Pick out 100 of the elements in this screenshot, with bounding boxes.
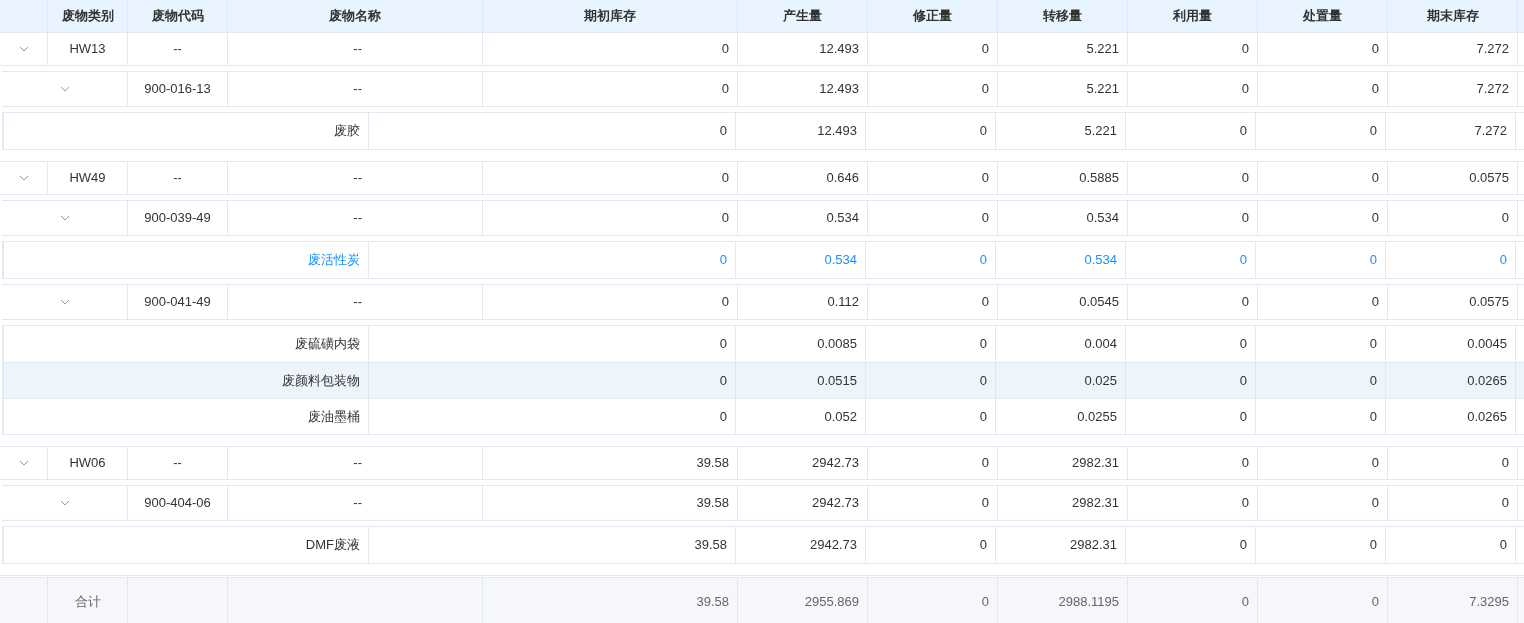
column-header: 处置量 [1258,0,1388,32]
table-cell: 0 [1126,242,1256,278]
table-cell: -- [228,162,483,194]
table-cell: -- [128,162,228,194]
table-cell: 0 [866,399,996,434]
column-header: 废物代码 [128,0,228,32]
table-cell: 0 [1386,527,1516,563]
table-cell: 0.0255 [996,399,1126,434]
table-cell: 0.0575 [1388,162,1518,194]
chevron-icon[interactable] [59,215,70,221]
table-cell: 0.0545 [998,285,1128,319]
table-cell: 0 [1258,33,1388,65]
chevron-icon[interactable] [59,500,70,506]
table-cell: 0 [1258,447,1388,479]
table-cell: 900-041-49 [128,285,228,319]
table-cell: 0 [483,33,738,65]
column-header: 废物名称 [228,0,483,32]
table-cell: 39.58 [369,527,736,563]
column-header: 修正量 [868,0,998,32]
table-cell: 0 [868,447,998,479]
table-cell: 0 [1128,285,1258,319]
table-cell: 0 [1256,113,1386,149]
table-cell: 0 [1128,578,1258,623]
table-cell: 0 [868,486,998,520]
table-cell: 2942.73 [736,527,866,563]
table-cell: 0 [1388,486,1518,520]
table-cell: 900-404-06 [128,486,228,520]
table-cell: 0 [1126,113,1256,149]
table-cell: 900-039-49 [128,201,228,235]
table-cell: 0 [1388,447,1518,479]
table-cell: 0 [868,285,998,319]
table-row[interactable]: 废颜料包装物 0 0.0515 0 0.025 0 0 0.0265 [4,362,1524,398]
table-cell: 0 [369,113,736,149]
table-cell: 0 [1256,399,1386,434]
table-cell: -- [228,447,483,479]
table-cell: 0 [866,113,996,149]
table-cell: 2942.73 [738,486,868,520]
table-cell: 0 [483,285,738,319]
table-cell: 2982.31 [998,486,1128,520]
table-cell: 0.112 [738,285,868,319]
table-row[interactable]: 废油墨桶 0 0.052 0 0.0255 0 0 0.0265 [4,398,1524,434]
table-cell: 2982.31 [998,447,1128,479]
column-header: 期初库存 [483,0,738,32]
table-cell: 0 [1126,527,1256,563]
table-cell: 7.272 [1388,33,1518,65]
table-cell: 0 [369,399,736,434]
table-cell: 0 [1258,162,1388,194]
table-cell: 0.534 [736,242,866,278]
table-cell: 0 [483,162,738,194]
table-cell: 39.58 [483,578,738,623]
chevron-icon[interactable] [59,299,70,305]
table-cell: 0.534 [998,201,1128,235]
table-cell: 39.58 [483,486,738,520]
table-cell: 5.221 [996,113,1126,149]
table-cell: 0 [1258,486,1388,520]
table-cell: 0.052 [736,399,866,434]
table-cell: 0 [1256,242,1386,278]
table-cell: 0.0265 [1386,399,1516,434]
table-cell: -- [128,447,228,479]
table-cell: 2988.1195 [998,578,1128,623]
table-cell: 0 [1258,72,1388,106]
table-cell: 5.221 [998,33,1128,65]
table-cell: -- [228,486,483,520]
table-cell: 0.0575 [1388,285,1518,319]
table-cell: 0 [866,242,996,278]
table-cell: 0.646 [738,162,868,194]
total-label: 合计 [48,578,128,623]
chevron-icon[interactable] [18,46,29,52]
table-cell: 0.534 [996,242,1126,278]
table-cell: HW06 [48,447,128,479]
table-cell: 0 [1128,447,1258,479]
table-cell: 0 [1128,486,1258,520]
table-cell: 0 [868,578,998,623]
table-cell: 2982.31 [996,527,1126,563]
table-cell: 0 [483,201,738,235]
chevron-icon[interactable] [18,460,29,466]
chevron-icon[interactable] [18,175,29,181]
table-cell: 0 [866,527,996,563]
table-cell: 12.493 [736,113,866,149]
table-cell: 12.493 [738,72,868,106]
table-cell: 废活性炭 [4,242,369,278]
table-cell: 0 [1386,242,1516,278]
table-cell: 0 [1388,201,1518,235]
table-cell: 废油墨桶 [4,399,369,434]
table-cell: DMF废液 [4,527,369,563]
table-cell: 0.5885 [998,162,1128,194]
table-cell: 废胶 [4,113,369,149]
table-cell: HW49 [48,162,128,194]
chevron-icon[interactable] [59,86,70,92]
table-cell: 0 [483,72,738,106]
table-cell: 7.272 [1386,113,1516,149]
table-cell: 0.534 [738,201,868,235]
table-cell: 0 [369,242,736,278]
table-cell: 0 [1256,527,1386,563]
table-cell: 0 [868,201,998,235]
column-header: 转移量 [998,0,1128,32]
column-header: 废物类别 [48,0,128,32]
table-cell: -- [128,33,228,65]
column-header: 产生量 [738,0,868,32]
column-header: 利用量 [1128,0,1258,32]
